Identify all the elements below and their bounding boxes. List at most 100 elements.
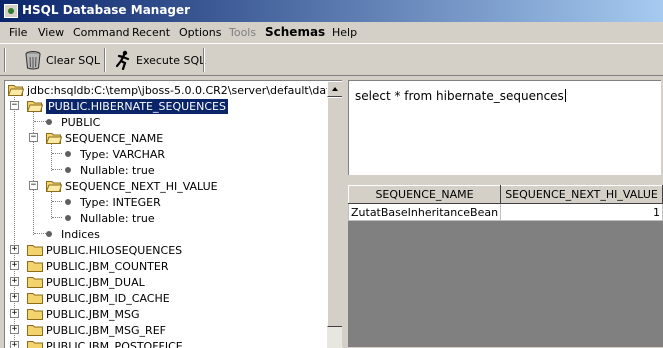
toolbar-separator [203,48,205,72]
leaf-bullet-icon [65,199,71,205]
tree-column-nullable[interactable]: Nullable: true [61,210,155,226]
folder-open-icon [8,84,24,96]
leaf-bullet-icon [46,119,52,125]
tree-column-type[interactable]: Type: VARCHAR [61,146,165,162]
tree-schema-label: PUBLIC [61,116,100,129]
expand-toggle[interactable]: + [10,325,19,334]
tree-column-label: SEQUENCE_NEXT_HI_VALUE [65,180,218,193]
folder-open-icon [27,100,43,112]
expand-toggle[interactable]: + [10,309,19,318]
tree-table-label: PUBLIC.HIBERNATE_SEQUENCES [46,99,228,114]
tree-column-type-label: Type: INTEGER [80,196,161,209]
tree-table-label: PUBLIC.JBM_MSG [46,308,140,321]
scroll-thumb[interactable] [327,97,343,327]
menu-recent[interactable]: Recent [132,26,170,39]
results-panel: SEQUENCE_NAME SEQUENCE_NEXT_HI_VALUE Zut… [348,185,663,347]
arrow-up-icon [328,82,342,96]
horizontal-splitter[interactable] [348,175,663,185]
tree-column-nullable-label: Nullable: true [80,212,155,225]
folder-closed-icon [27,292,43,304]
text-caret [565,89,566,102]
leaf-bullet-icon [46,231,52,237]
tree-table[interactable]: PUBLIC.JBM_DUAL [27,274,145,290]
app-icon [4,4,18,18]
expand-toggle[interactable]: + [10,277,19,286]
tree-table[interactable]: PUBLIC.JBM_ID_CACHE [27,290,170,306]
column-header[interactable]: SEQUENCE_NEXT_HI_VALUE [501,186,663,204]
execute-sql-label: Execute SQL [136,54,205,67]
expand-toggle[interactable]: + [10,245,19,254]
menu-file[interactable]: File [9,26,27,39]
tree-table-label: PUBLIC.JBM_DUAL [46,276,145,289]
sql-text: select * from hibernate_sequences [355,89,564,103]
tree-column-label: SEQUENCE_NAME [65,132,163,145]
table-row: ZutatBaseInheritanceBean 1 [349,204,663,221]
tree-root-label: jdbc:hsqldb:C:\temp\jboss-5.0.0.CR2\serv… [27,84,327,97]
folder-closed-icon [27,244,43,256]
title-bar[interactable]: HSQL Database Manager [0,0,663,22]
tree-vertical-scrollbar[interactable] [327,81,343,348]
menu-options[interactable]: Options [179,26,221,39]
tree-guide-line [51,191,52,219]
leaf-bullet-icon [65,167,71,173]
menu-tools: Tools [229,26,256,39]
folder-open-icon [46,180,62,192]
table-cell[interactable]: ZutatBaseInheritanceBean [349,204,501,221]
leaf-bullet-icon [65,215,71,221]
tree-table-label: PUBLIC.JBM_ID_CACHE [46,292,170,305]
sql-editor[interactable]: select * from hibernate_sequences [348,80,661,175]
expand-toggle[interactable]: + [10,293,19,302]
scroll-up-button[interactable] [327,81,343,97]
collapse-toggle[interactable]: − [29,181,38,190]
clear-sql-button[interactable]: Clear SQL [20,49,104,71]
leaf-bullet-icon [65,151,71,157]
menu-schemas[interactable]: Schemas [265,25,325,39]
expand-toggle[interactable]: + [10,261,19,270]
window-title: HSQL Database Manager [22,3,190,17]
menu-command[interactable]: Command [73,26,130,39]
tree-indices[interactable]: Indices [42,226,100,242]
app-window: HSQL Database Manager File View Command … [0,0,663,347]
results-table: SEQUENCE_NAME SEQUENCE_NEXT_HI_VALUE Zut… [348,185,663,221]
tree-column-type-label: Type: VARCHAR [80,148,165,161]
tree-root[interactable]: jdbc:hsqldb:C:\temp\jboss-5.0.0.CR2\serv… [8,82,327,98]
folder-closed-icon [27,324,43,336]
collapse-toggle[interactable]: − [10,101,19,110]
schema-tree-panel[interactable]: jdbc:hsqldb:C:\temp\jboss-5.0.0.CR2\serv… [4,80,343,348]
execute-sql-button[interactable]: Execute SQL [110,49,209,71]
column-header[interactable]: SEQUENCE_NAME [349,186,501,204]
toolbar-separator [4,48,6,72]
menu-bar: File View Command Recent Options Tools S… [0,22,663,42]
results-header-row: SEQUENCE_NAME SEQUENCE_NEXT_HI_VALUE [349,186,663,204]
tree-indices-label: Indices [61,228,100,241]
menu-view[interactable]: View [38,26,64,39]
tree-guide-line [51,143,52,171]
schema-tree: jdbc:hsqldb:C:\temp\jboss-5.0.0.CR2\serv… [5,81,327,348]
tree-column[interactable]: SEQUENCE_NAME [46,130,163,146]
tree-table[interactable]: PUBLIC.JBM_COUNTER [27,258,169,274]
tree-guide-line [33,111,34,235]
tree-table-label: PUBLIC.JBM_MSG_REF [46,324,166,337]
tree-table-label: PUBLIC.HILOSEQUENCES [46,244,182,257]
tree-table[interactable]: PUBLIC.JBM_MSG_REF [27,322,166,338]
tree-table-label: PUBLIC.JBM_COUNTER [46,260,169,273]
tree-column-nullable[interactable]: Nullable: true [61,162,155,178]
tree-table-selected[interactable]: PUBLIC.HIBERNATE_SEQUENCES [27,98,228,114]
table-cell[interactable]: 1 [501,204,663,221]
trash-can-icon [24,50,42,70]
toolbar: Clear SQL Execute SQL [0,43,663,76]
folder-closed-icon [27,276,43,288]
collapse-toggle[interactable]: − [29,133,38,142]
tree-column-nullable-label: Nullable: true [80,164,155,177]
tree-table[interactable]: PUBLIC.HILOSEQUENCES [27,242,182,258]
toolbar-separator [104,48,106,72]
folder-closed-icon [27,308,43,320]
tree-schema-leaf[interactable]: PUBLIC [42,114,100,130]
menu-help[interactable]: Help [332,26,357,39]
tree-column-type[interactable]: Type: INTEGER [61,194,161,210]
folder-closed-icon [27,260,43,272]
tree-table[interactable]: PUBLIC.JBM_MSG [27,306,140,322]
tree-column[interactable]: SEQUENCE_NEXT_HI_VALUE [46,178,218,194]
clear-sql-label: Clear SQL [46,54,100,67]
folder-open-icon [46,132,62,144]
